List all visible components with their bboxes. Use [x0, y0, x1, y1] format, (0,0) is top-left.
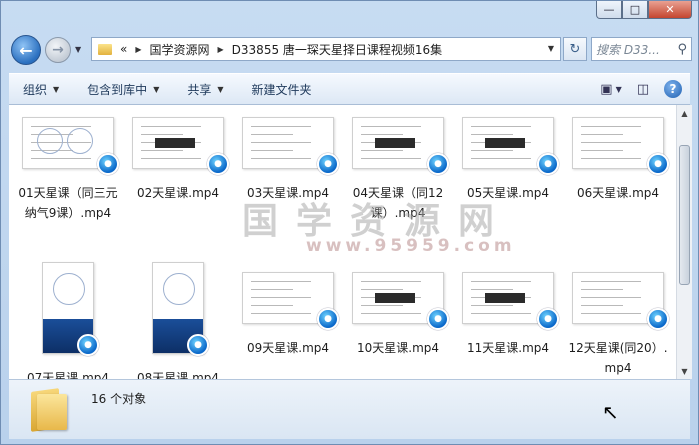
media-player-icon: ●	[317, 308, 339, 330]
address-dropdown-icon[interactable]: ▼	[548, 44, 554, 53]
refresh-icon[interactable]: ↻	[563, 37, 587, 61]
item-count: 16 个对象	[91, 392, 147, 406]
scroll-up-icon[interactable]: ▲	[677, 105, 692, 121]
file-grid: ● 01天星课（同三元纳气9课）.mp4 ● 02天星课.mp4 ● 03天星课.mp4 ●…	[9, 105, 676, 379]
share-button[interactable]: 共享 ▼	[173, 74, 237, 104]
change-view-icon[interactable]: ▣ ▼	[600, 78, 622, 100]
file-item[interactable]: ● 10天星课.mp4	[343, 260, 453, 379]
media-player-icon: ●	[187, 334, 209, 356]
share-label: 共享	[187, 82, 212, 97]
file-item[interactable]: ● 05天星课.mp4	[453, 105, 563, 260]
file-item[interactable]: ● 06天星课.mp4	[563, 105, 673, 260]
navigation-bar: ← → ▼ « ▶ 国学资源网 ▶ D33855 唐一琛天星择日课程视频16集 …	[9, 33, 692, 67]
organize-label: 组织	[23, 82, 48, 97]
folder-icon	[31, 388, 75, 432]
file-name: 08天星课.mp4	[136, 371, 220, 379]
chevron-right-icon[interactable]: ▶	[135, 45, 141, 54]
file-name: 12天星课(同20）.mp4	[568, 341, 668, 375]
help-icon[interactable]: ?	[664, 80, 682, 98]
breadcrumb-overflow[interactable]: «	[120, 42, 127, 56]
caption-buttons: — □ ✕	[596, 1, 692, 19]
file-name: 03天星课.mp4	[246, 186, 330, 200]
new-folder-button[interactable]: 新建文件夹	[238, 74, 326, 104]
maximize-button[interactable]: □	[622, 1, 648, 19]
file-item[interactable]: ● 08天星课.mp4	[123, 260, 233, 379]
search-icon: ⚲	[677, 41, 687, 57]
breadcrumb: « ▶ 国学资源网 ▶ D33855 唐一琛天星择日课程视频16集	[120, 41, 442, 58]
file-name: 05天星课.mp4	[466, 186, 550, 200]
preview-pane-icon[interactable]: ◫	[632, 78, 654, 100]
close-button[interactable]: ✕	[648, 1, 692, 19]
file-name: 11天星课.mp4	[466, 341, 550, 355]
media-player-icon: ●	[647, 153, 669, 175]
file-list[interactable]: ● 01天星课（同三元纳气9课）.mp4 ● 02天星课.mp4 ● 03天星课.mp4 ●…	[9, 105, 676, 379]
chevron-down-icon: ▼	[217, 84, 224, 94]
chevron-down-icon: ▼	[153, 84, 160, 94]
file-name: 09天星课.mp4	[246, 341, 330, 355]
media-player-icon: ●	[77, 334, 99, 356]
media-player-icon: ●	[537, 153, 559, 175]
file-item[interactable]: ● 07天星课.mp4	[13, 260, 123, 379]
file-name: 07天星课.mp4	[26, 371, 110, 379]
media-player-icon: ●	[427, 153, 449, 175]
include-in-library-button[interactable]: 包含到库中 ▼	[73, 74, 173, 104]
file-item[interactable]: ● 03天星课.mp4	[233, 105, 343, 260]
chevron-right-icon[interactable]: ▶	[218, 45, 224, 54]
scroll-down-icon[interactable]: ▼	[677, 363, 692, 379]
vertical-scrollbar[interactable]: ▲ ▼	[676, 105, 692, 379]
minimize-button[interactable]: —	[596, 1, 622, 19]
command-toolbar: 组织 ▼ 包含到库中 ▼ 共享 ▼ 新建文件夹 ▣ ▼ ◫ ?	[9, 73, 690, 105]
file-item[interactable]: ● 12天星课(同20）.mp4	[563, 260, 673, 379]
file-name: 06天星课.mp4	[576, 186, 660, 200]
organize-button[interactable]: 组织 ▼	[9, 74, 73, 104]
file-item[interactable]: ● 02天星课.mp4	[123, 105, 233, 260]
file-item[interactable]: ● 11天星课.mp4	[453, 260, 563, 379]
mouse-cursor-icon: ↖	[602, 400, 619, 424]
media-player-icon: ●	[537, 308, 559, 330]
breadcrumb-item-root[interactable]: 国学资源网	[150, 41, 210, 58]
media-player-icon: ●	[427, 308, 449, 330]
media-player-icon: ●	[207, 153, 229, 175]
explorer-window: — □ ✕ ← → ▼ « ▶ 国学资源网 ▶ D33855 唐一琛天星择日课程…	[0, 0, 699, 445]
folder-icon	[98, 43, 112, 55]
forward-arrow-icon[interactable]: →	[45, 37, 71, 63]
search-input[interactable]: 搜索 D33... ⚲	[591, 37, 692, 61]
chevron-down-icon: ▼	[53, 84, 60, 94]
back-arrow-icon[interactable]: ←	[11, 35, 41, 65]
search-placeholder: 搜索 D33...	[596, 42, 660, 57]
file-name: 02天星课.mp4	[136, 186, 220, 200]
file-item[interactable]: ● 09天星课.mp4	[233, 260, 343, 379]
file-name: 10天星课.mp4	[356, 341, 440, 355]
toolbar-right: ▣ ▼ ◫ ?	[600, 78, 682, 100]
details-pane: 16 个对象	[9, 379, 690, 439]
file-name: 04天星课（同12课）.mp4	[352, 186, 444, 220]
recent-pages-dropdown-icon[interactable]: ▼	[75, 45, 85, 55]
media-player-icon: ●	[317, 153, 339, 175]
include-library-label: 包含到库中	[87, 82, 148, 97]
file-item[interactable]: ● 01天星课（同三元纳气9课）.mp4	[13, 105, 123, 260]
file-name: 01天星课（同三元纳气9课）.mp4	[18, 186, 118, 220]
new-folder-label: 新建文件夹	[251, 82, 312, 97]
media-player-icon: ●	[97, 153, 119, 175]
address-bar[interactable]: « ▶ 国学资源网 ▶ D33855 唐一琛天星择日课程视频16集 ▼	[91, 37, 561, 61]
breadcrumb-item-current[interactable]: D33855 唐一琛天星择日课程视频16集	[232, 41, 443, 58]
scrollbar-thumb[interactable]	[679, 145, 690, 285]
media-player-icon: ●	[647, 308, 669, 330]
file-item[interactable]: ● 04天星课（同12课）.mp4	[343, 105, 453, 260]
